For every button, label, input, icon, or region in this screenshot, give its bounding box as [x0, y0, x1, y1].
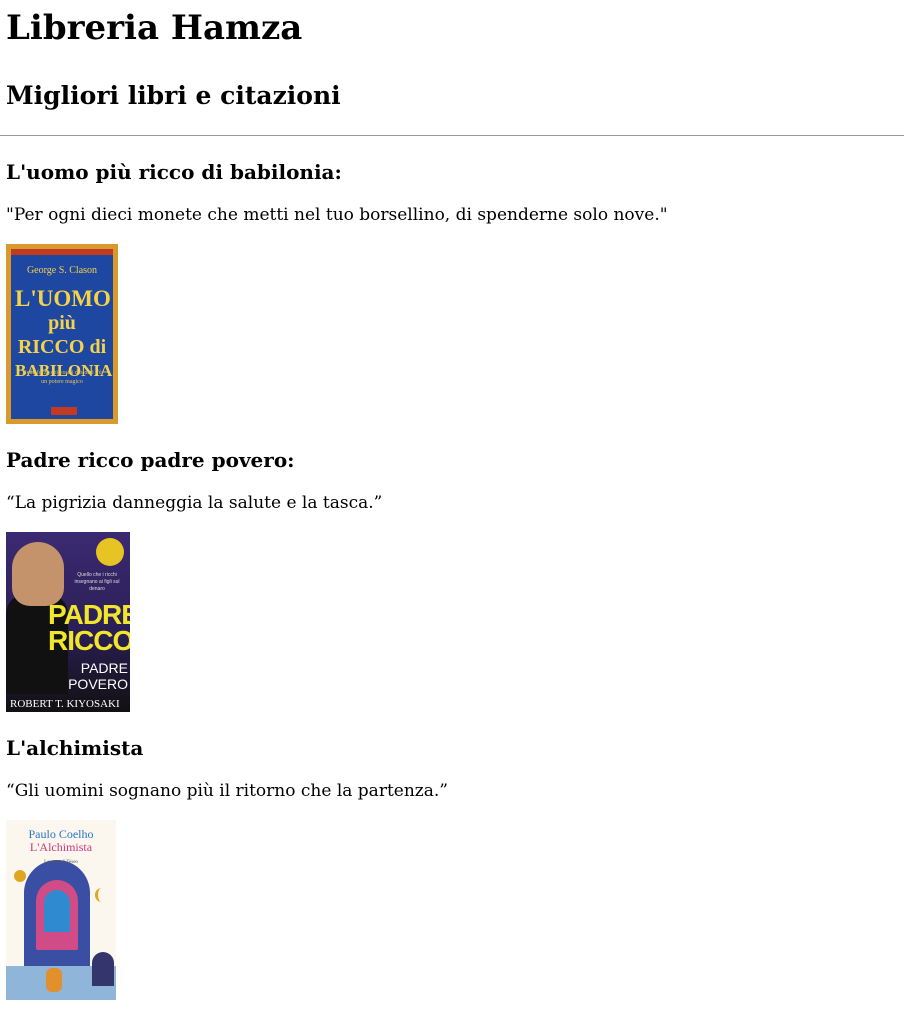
page-subtitle: Migliori libri e citazioni — [6, 81, 341, 110]
moon-icon — [95, 888, 108, 902]
cover-title-line: RICCO — [48, 625, 130, 656]
cover-subtitle: Nella forza dei vostri desideri c'è un p… — [22, 370, 102, 385]
cover-illustration-dome — [44, 890, 70, 932]
cover-author: George S. Clason — [26, 265, 98, 276]
book-entry-uomo-piu-ricco: L'uomo più ricco di babilonia: "Per ogni… — [6, 158, 904, 424]
book-quote: "Per ogni dieci monete che metti nel tuo… — [6, 205, 668, 225]
cover-tagline: Quello che i ricchi insegnano ai figli s… — [74, 572, 120, 592]
cover-illustration-hand — [46, 968, 62, 992]
book-cover-image: Paulo Coelho L'Alchimista La nave di Tes… — [6, 820, 116, 1000]
cover-illustration-figure — [92, 952, 114, 986]
divider — [0, 135, 904, 136]
cover-title-line: L'UOMO — [15, 286, 111, 311]
book-cover-image: Quello che i ricchi insegnano ai figli s… — [6, 532, 130, 712]
cover-title-secondary: PADRE POVERO — [68, 660, 128, 692]
cover-publisher-mark — [51, 407, 77, 415]
book-heading: L'uomo più ricco di babilonia: — [6, 160, 342, 184]
sun-icon — [14, 870, 26, 882]
cover-title-line: più RICCO di — [17, 312, 107, 358]
book-quote: “La pigrizia danneggia la salute e la ta… — [6, 493, 383, 513]
site-title: Libreria Hamza — [6, 8, 303, 48]
book-cover-image: George S. Clason L'UOMO più RICCO di BAB… — [6, 244, 118, 424]
book-heading: L'alchimista — [6, 736, 144, 760]
cover-top-band — [11, 249, 113, 255]
cover-author: ROBERT T. KIYOSAKI — [10, 698, 120, 710]
cover-publisher: La nave di Teseo — [44, 860, 78, 865]
cover-anniversary-badge — [96, 538, 124, 566]
book-quote: “Gli uomini sognano più il ritorno che l… — [6, 781, 448, 801]
book-entry-alchimista: L'alchimista “Gli uomini sognano più il … — [6, 734, 904, 1000]
book-entry-padre-ricco: Padre ricco padre povero: “La pigrizia d… — [6, 446, 904, 712]
book-heading: Padre ricco padre povero: — [6, 448, 295, 472]
cover-title: L'Alchimista — [29, 840, 93, 854]
cover-portrait-face — [12, 542, 64, 606]
cover-title: PADRE RICCO — [48, 601, 130, 656]
